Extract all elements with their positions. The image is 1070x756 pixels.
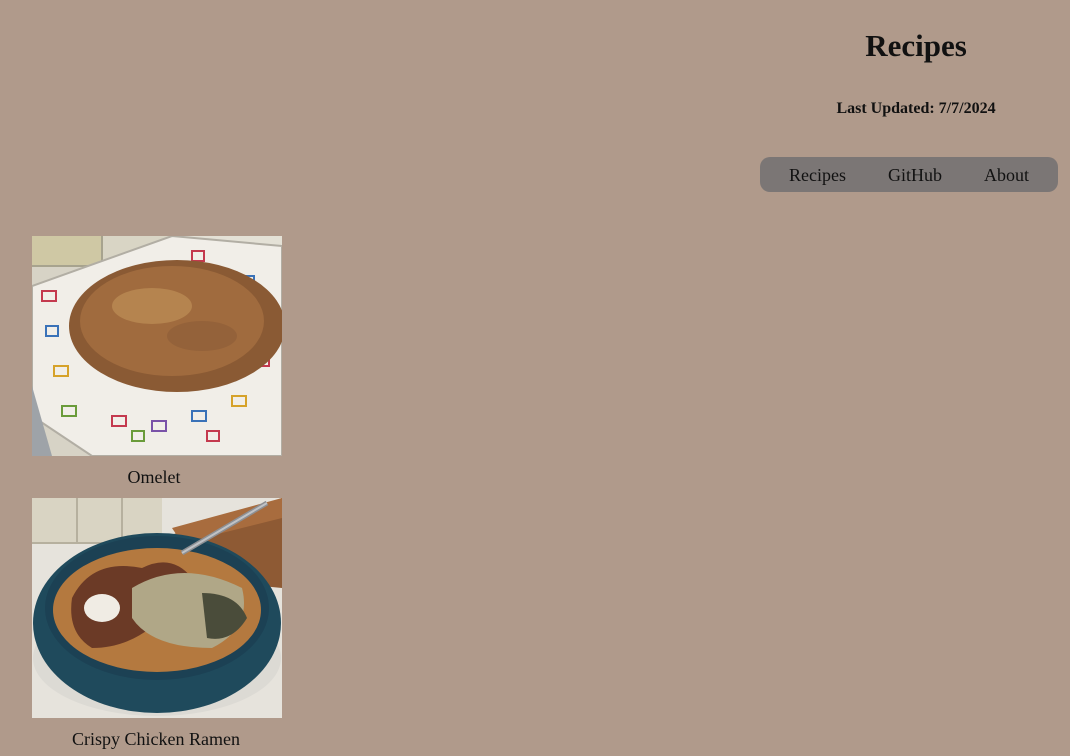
nav-link-about[interactable]: About	[984, 165, 1029, 185]
last-updated-text: Last Updated: 7/7/2024	[836, 100, 996, 117]
nav-link-github[interactable]: GitHub	[888, 165, 942, 185]
nav-bar: Recipes GitHub About	[760, 157, 1058, 192]
omelet-photo[interactable]	[32, 236, 282, 456]
nav-link-recipes[interactable]: Recipes	[789, 165, 846, 185]
site-title: Recipes	[865, 28, 967, 63]
ramen-photo[interactable]	[32, 498, 282, 718]
recipe-link-omelet[interactable]: Omelet	[26, 467, 282, 487]
recipe-link-ramen[interactable]: Crispy Chicken Ramen	[30, 729, 282, 749]
recipe-card-omelet[interactable]: Omelet	[32, 236, 282, 487]
page: Recipes Last Updated: 7/7/2024 Recipes G…	[0, 0, 1070, 756]
recipe-card-ramen[interactable]: Crispy Chicken Ramen	[32, 498, 282, 749]
